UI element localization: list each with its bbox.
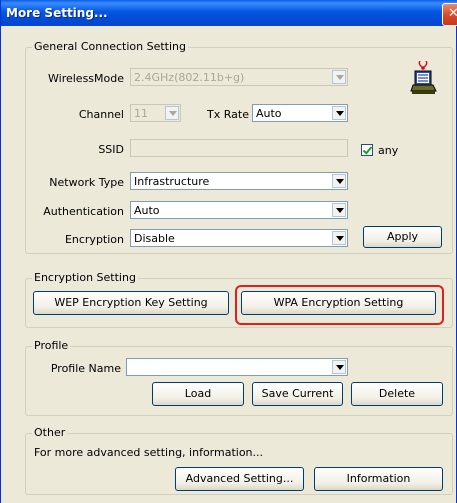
channel-label: Channel (78, 108, 124, 121)
channel-select: 11 (130, 104, 181, 122)
chevron-down-icon (165, 106, 179, 120)
other-legend: Other (32, 426, 68, 439)
network-device-icon (409, 60, 437, 95)
profile-legend: Profile (32, 339, 71, 352)
other-description: For more advanced setting, information..… (34, 446, 264, 459)
wireless-mode-value: 2.4GHz(802.11b+g) (134, 71, 245, 84)
window-title: More Setting... (6, 6, 108, 20)
chevron-down-icon (332, 70, 346, 84)
ssid-input (130, 139, 348, 157)
network-type-label: Network Type (49, 176, 124, 189)
any-checkbox[interactable] (361, 144, 373, 156)
tx-rate-label: Tx Rate (207, 108, 249, 121)
wpa-encryption-button[interactable]: WPA Encryption Setting (241, 291, 436, 315)
chevron-down-icon (332, 360, 346, 374)
profile-name-select[interactable] (126, 358, 348, 376)
any-label: any (378, 144, 399, 157)
chevron-down-icon (332, 174, 346, 188)
encryption-select[interactable]: Disable (130, 229, 348, 247)
wep-encryption-key-button[interactable]: WEP Encryption Key Setting (33, 291, 229, 315)
close-icon: ✕ (448, 6, 457, 21)
apply-button[interactable]: Apply (363, 226, 442, 248)
advanced-setting-button[interactable]: Advanced Setting... (175, 467, 304, 491)
wireless-mode-select: 2.4GHz(802.11b+g) (130, 68, 348, 86)
load-button[interactable]: Load (152, 382, 244, 406)
profile-name-label: Profile Name (50, 362, 121, 375)
save-current-button[interactable]: Save Current (252, 382, 343, 406)
network-type-select[interactable]: Infrastructure (130, 172, 348, 190)
tx-rate-select[interactable]: Auto (252, 104, 348, 122)
chevron-down-icon (332, 231, 346, 245)
authentication-value: Auto (134, 204, 160, 217)
network-type-value: Infrastructure (134, 175, 210, 188)
chevron-down-icon (332, 106, 346, 120)
close-button[interactable]: ✕ (442, 3, 457, 26)
delete-button[interactable]: Delete (351, 382, 443, 406)
encryption-setting-legend: Encryption Setting (32, 271, 138, 284)
more-setting-dialog: More Setting... ✕ General Connection Set… (0, 0, 457, 503)
title-bar[interactable]: More Setting... ✕ (1, 0, 457, 26)
authentication-select[interactable]: Auto (130, 201, 348, 219)
wireless-mode-label: WirelessMode (48, 72, 124, 85)
ssid-label: SSID (98, 143, 124, 156)
tx-rate-value: Auto (256, 107, 282, 120)
general-connection-legend: General Connection Setting (32, 40, 188, 53)
information-button[interactable]: Information (314, 467, 443, 491)
encryption-label: Encryption (64, 233, 124, 246)
chevron-down-icon (332, 203, 346, 217)
encryption-value: Disable (134, 232, 175, 245)
channel-value: 11 (134, 107, 148, 120)
authentication-label: Authentication (43, 205, 124, 218)
